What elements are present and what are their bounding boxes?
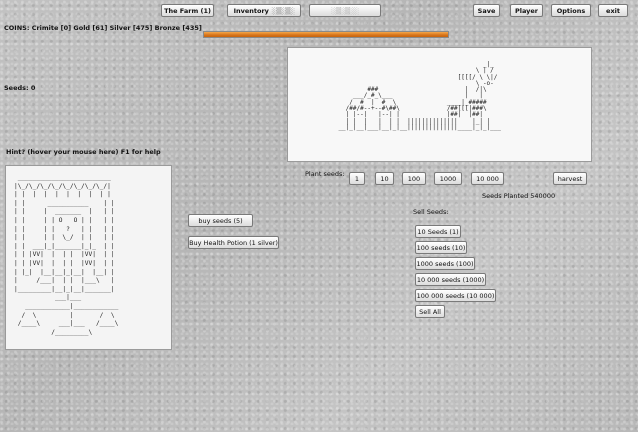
plant-100-button[interactable]: 100 bbox=[402, 172, 426, 185]
exit-button[interactable]: exit bbox=[598, 4, 628, 17]
sell-all-button[interactable]: Sell All bbox=[415, 305, 445, 318]
farm-view-panel: _|_ \ | / [[[[/ \ \|/ \ -o- ### | /|\ __… bbox=[287, 47, 592, 162]
buy-seeds-button[interactable]: buy seeds (5) bbox=[188, 214, 253, 227]
seeds-count: Seeds: 0 bbox=[4, 84, 36, 92]
character-portrait-panel: _________________________ |\_/\_/\_/\_/\… bbox=[5, 165, 172, 350]
tab-third[interactable]: ░▒░▒░░ bbox=[309, 4, 381, 17]
coins-readout: COINS: Crimite [0] Gold [61] Silver [475… bbox=[4, 24, 202, 32]
tab-inventory-glyphs: ░▒░▒░ bbox=[271, 6, 295, 15]
harvest-button[interactable]: harvest bbox=[553, 172, 587, 185]
save-button[interactable]: Save bbox=[473, 4, 500, 17]
tab-inventory[interactable]: Inventory ░▒░▒░ bbox=[227, 4, 301, 17]
plant-1-button[interactable]: 1 bbox=[349, 172, 365, 185]
hint-text[interactable]: Hint? (hover your mouse here) F1 for hel… bbox=[6, 148, 161, 156]
buy-health-potion-button[interactable]: Buy Health Potion (1 silver) bbox=[188, 236, 279, 249]
plant-10000-button[interactable]: 10 000 bbox=[471, 172, 504, 185]
farm-ascii-art: _|_ \ | / [[[[/ \ \|/ \ -o- ### | /|\ __… bbox=[338, 61, 502, 131]
sell-1000-seeds-button[interactable]: 1000 seeds (100) bbox=[415, 257, 475, 270]
plant-1000-button[interactable]: 1000 bbox=[434, 172, 462, 185]
sell-seeds-label: Sell Seeds: bbox=[413, 208, 449, 216]
tab-inventory-label: Inventory bbox=[233, 6, 269, 15]
options-button[interactable]: Options bbox=[551, 4, 591, 17]
sell-10-seeds-button[interactable]: 10 Seeds (1) bbox=[415, 225, 461, 238]
sell-100000-seeds-button[interactable]: 100 000 seeds (10 000) bbox=[415, 289, 496, 302]
seeds-planted-readout: Seeds Planted 540000 bbox=[482, 192, 556, 200]
tab-the-farm[interactable]: The Farm (1) bbox=[161, 4, 214, 17]
plant-10-button[interactable]: 10 bbox=[375, 172, 394, 185]
sell-100-seeds-button[interactable]: 100 seeds (10) bbox=[415, 241, 467, 254]
growth-progress-bar bbox=[203, 31, 449, 38]
tab-third-glyphs: ░▒░▒░░ bbox=[331, 6, 360, 15]
king-ascii-art: _________________________ |\_/\_/\_/\_/\… bbox=[14, 174, 119, 336]
growth-progress-fill bbox=[204, 32, 448, 37]
player-button[interactable]: Player bbox=[510, 4, 543, 17]
plant-seeds-label: Plant seeds: bbox=[305, 170, 345, 178]
sell-10000-seeds-button[interactable]: 10 000 seeds (1000) bbox=[415, 273, 486, 286]
